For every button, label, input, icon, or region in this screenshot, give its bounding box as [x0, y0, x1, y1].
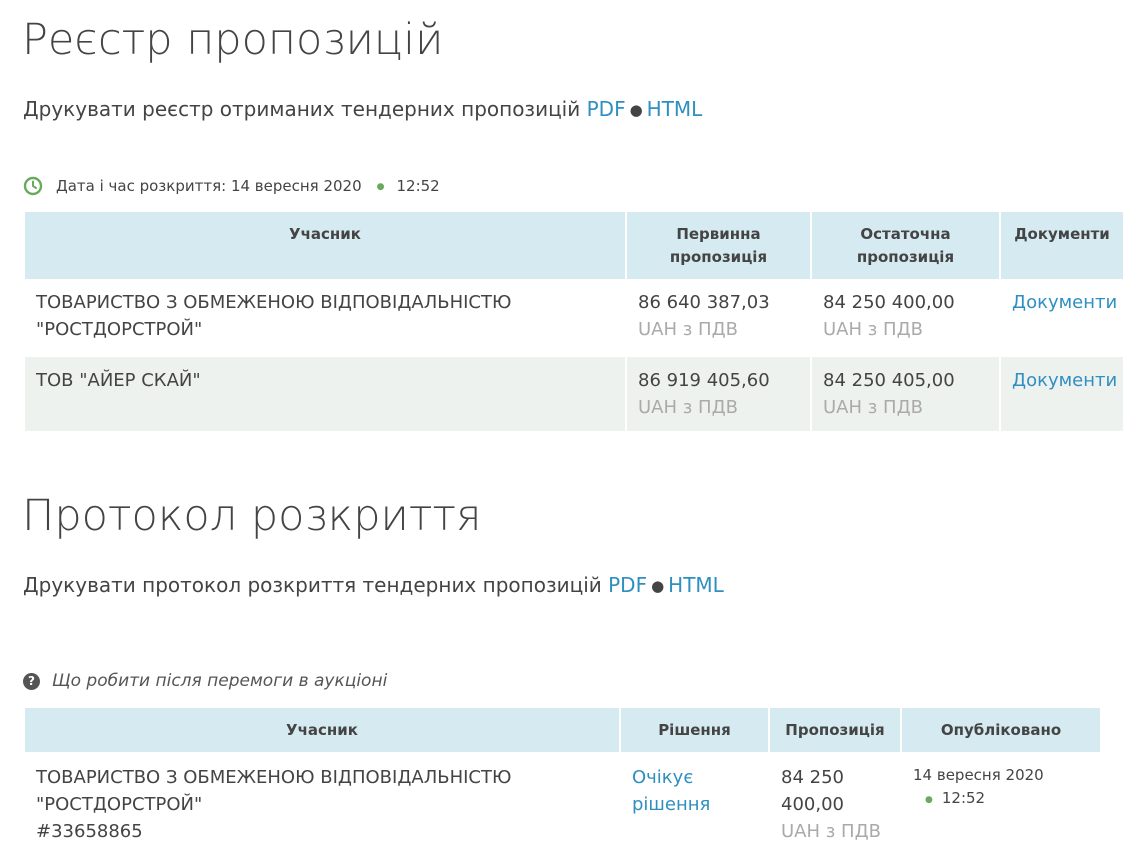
documents-cell: Документи	[1001, 357, 1123, 431]
table-header-row: Учасник Рішення Пропозиція Опубліковано	[25, 708, 1100, 752]
initial-offer-currency: UAH з ПДВ	[638, 319, 738, 340]
protocol-html-link[interactable]: HTML	[668, 573, 724, 597]
initial-offer-cell: 86 919 405,60 UAH з ПДВ	[627, 357, 812, 431]
col-published: Опубліковано	[902, 708, 1100, 752]
table-header-row: Учасник Первинна пропозиція Остаточна пр…	[25, 212, 1123, 279]
registry-table: Учасник Первинна пропозиція Остаточна пр…	[25, 212, 1123, 431]
page: Реєстр пропозицій Друкувати реєстр отрим…	[0, 0, 1123, 851]
col-documents: Документи	[1001, 212, 1123, 279]
decision-cell: Очікує рішення	[621, 752, 770, 845]
offer-value: 84 250 400,00	[781, 767, 844, 815]
col-initial-offer: Первинна пропозиція	[627, 212, 812, 279]
col-offer: Пропозиція	[770, 708, 902, 752]
separator-dot: ●	[629, 101, 643, 119]
published-cell: 14 вересня 2020 ● 12:52	[902, 752, 1100, 845]
documents-link[interactable]: Документи	[1012, 370, 1117, 391]
protocol-title: Протокол розкриття	[22, 491, 482, 541]
offer-cell: 84 250 400,00 UAH з ПДВ	[770, 752, 902, 845]
table-row: ТОВ "АЙЕР СКАЙ" 86 919 405,60 UAH з ПДВ …	[25, 357, 1123, 431]
col-final-offer: Остаточна пропозиція	[812, 212, 1001, 279]
offer-currency: UAH з ПДВ	[781, 821, 881, 842]
published-time-line: ● 12:52	[913, 787, 1090, 813]
opening-time: 12:52	[396, 177, 440, 195]
final-offer-cell: 84 250 400,00 UAH з ПДВ	[812, 279, 1001, 357]
initial-offer-value: 86 919 405,60	[638, 370, 770, 391]
col-decision: Рішення	[621, 708, 770, 752]
col-participant: Учасник	[25, 212, 627, 279]
registry-print-text: Друкувати реєстр отриманих тендерних про…	[23, 97, 581, 121]
final-offer-value: 84 250 405,00	[823, 370, 955, 391]
clock-icon	[23, 176, 43, 196]
documents-cell: Документи	[1001, 279, 1123, 357]
registry-pdf-link[interactable]: PDF	[587, 97, 626, 121]
final-offer-currency: UAH з ПДВ	[823, 397, 923, 418]
participant-name: ТОВАРИСТВО З ОБМЕЖЕНОЮ ВІДПОВІДАЛЬНІСТЮ …	[36, 767, 512, 815]
protocol-pdf-link[interactable]: PDF	[608, 573, 647, 597]
registry-html-link[interactable]: HTML	[647, 97, 703, 121]
participant-cell: ТОВ "АЙЕР СКАЙ"	[25, 357, 627, 431]
final-offer-value: 84 250 400,00	[823, 292, 955, 313]
participant-code: #33658865	[36, 821, 143, 842]
question-circle-icon: ?	[23, 672, 40, 690]
time-separator: ●	[376, 182, 385, 192]
initial-offer-value: 86 640 387,03	[638, 292, 770, 313]
decision-link[interactable]: Очікує рішення	[632, 767, 710, 815]
registry-title: Реєстр пропозицій	[22, 15, 444, 65]
table-row: ТОВАРИСТВО З ОБМЕЖЕНОЮ ВІДПОВІДАЛЬНІСТЮ …	[25, 752, 1100, 845]
published-date: 14 вересня 2020	[913, 766, 1044, 784]
registry-print-line: Друкувати реєстр отриманих тендерних про…	[23, 96, 702, 124]
opening-datetime: Дата і час розкриття: 14 вересня 2020 ● …	[23, 176, 440, 196]
protocol-print-text: Друкувати протокол розкриття тендерних п…	[23, 573, 602, 597]
time-separator: ●	[925, 795, 933, 805]
final-offer-cell: 84 250 405,00 UAH з ПДВ	[812, 357, 1001, 431]
participant-cell: ТОВАРИСТВО З ОБМЕЖЕНОЮ ВІДПОВІДАЛЬНІСТЮ …	[25, 279, 627, 357]
help-text[interactable]: Що робити після перемоги в аукціоні	[52, 670, 387, 692]
protocol-table: Учасник Рішення Пропозиція Опубліковано …	[25, 708, 1100, 845]
protocol-print-line: Друкувати протокол розкриття тендерних п…	[23, 572, 724, 600]
documents-link[interactable]: Документи	[1012, 292, 1117, 313]
table-row: ТОВАРИСТВО З ОБМЕЖЕНОЮ ВІДПОВІДАЛЬНІСТЮ …	[25, 279, 1123, 357]
published-time: 12:52	[941, 789, 986, 807]
initial-offer-cell: 86 640 387,03 UAH з ПДВ	[627, 279, 812, 357]
initial-offer-currency: UAH з ПДВ	[638, 397, 738, 418]
final-offer-currency: UAH з ПДВ	[823, 319, 923, 340]
help-link[interactable]: ? Що робити після перемоги в аукціоні	[23, 670, 387, 692]
col-participant: Учасник	[25, 708, 621, 752]
separator-dot: ●	[651, 577, 665, 595]
participant-cell: ТОВАРИСТВО З ОБМЕЖЕНОЮ ВІДПОВІДАЛЬНІСТЮ …	[25, 752, 621, 845]
opening-label: Дата і час розкриття: 14 вересня 2020	[56, 177, 362, 195]
